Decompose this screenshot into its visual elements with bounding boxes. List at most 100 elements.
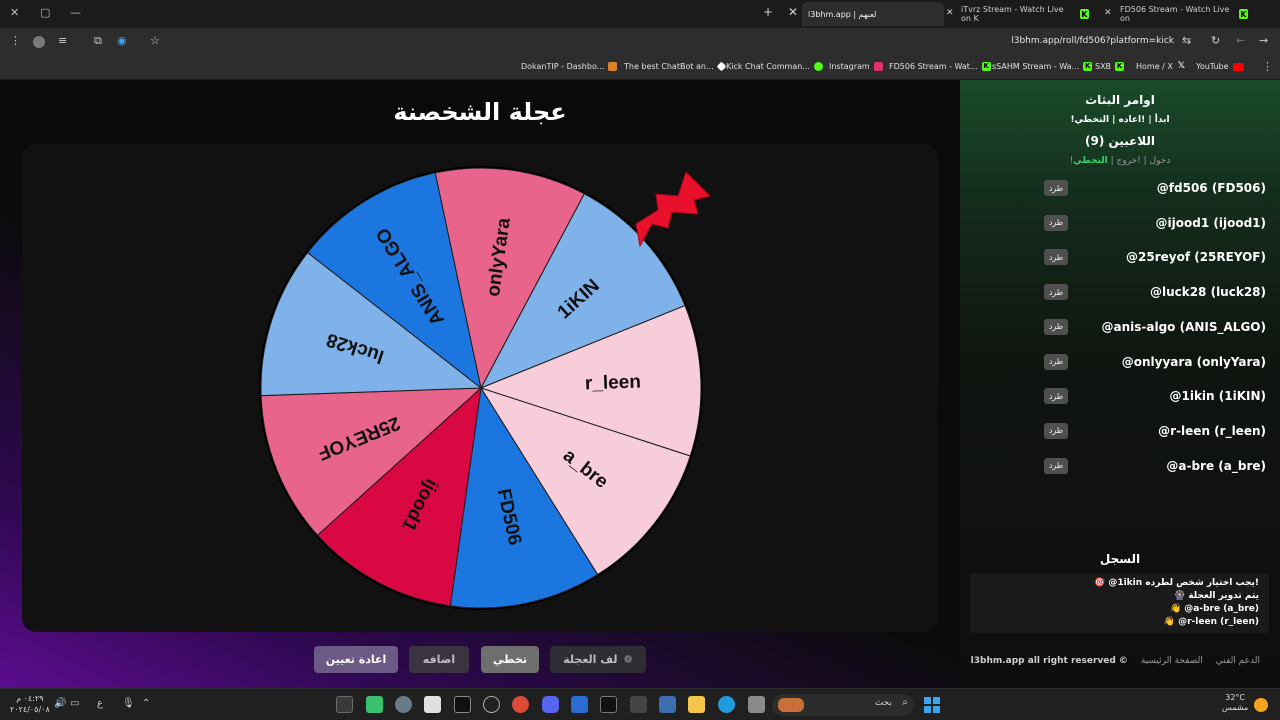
file-explorer-icon[interactable]: [688, 696, 705, 713]
log-entry: 🎯 @1ikin يجب اختيار شخص لطرده!: [1094, 578, 1259, 588]
player-row: طرد @ijood1 (ijood1): [960, 213, 1280, 235]
kick-player-button[interactable]: طرد: [1044, 353, 1068, 370]
bookmark-dokantip[interactable]: DokanTIP - Dashbo...: [521, 62, 618, 71]
edge-app-icon[interactable]: [718, 696, 735, 713]
bookmark-sxb[interactable]: SXB K: [1095, 62, 1125, 71]
kick-player-button[interactable]: طرد: [1044, 249, 1068, 266]
log-entry: 👋 @r-leen (r_leen): [1163, 617, 1259, 627]
player-row: طرد @anis-algo (ANIS_ALGO): [960, 317, 1280, 339]
bookmark-instagram[interactable]: Instagram: [829, 62, 883, 71]
kick-icon: K: [1083, 62, 1093, 71]
skip-button[interactable]: تخطي: [481, 646, 539, 673]
log-title: السجل: [1099, 552, 1141, 566]
kick-player-button[interactable]: طرد: [1044, 180, 1068, 196]
menu-dots-icon[interactable]: ⋮: [10, 34, 21, 47]
player-name: @fd506 (FD506): [1156, 181, 1266, 195]
home-link[interactable]: الصفحة الرئيسية: [1141, 656, 1203, 666]
app-icon[interactable]: [571, 696, 588, 713]
player-row: طرد @a-bre (a_bre): [960, 456, 1280, 478]
weather-widget[interactable]: 32°C مشمس: [1222, 693, 1248, 713]
player-name: @luck28 (luck28): [1149, 285, 1266, 300]
chrome-app-icon[interactable]: [512, 696, 529, 713]
player-name: @25reyof (25REYOF): [1126, 250, 1266, 265]
close-window-icon[interactable]: ✕: [10, 6, 19, 19]
app-icon[interactable]: [659, 696, 676, 713]
favorite-star-icon[interactable]: ☆: [150, 34, 160, 47]
language-indicator-icon[interactable]: ع: [97, 698, 103, 709]
terminal-app-icon[interactable]: [336, 696, 353, 713]
more-bookmarks-icon[interactable]: ⋮: [1262, 60, 1273, 73]
kick-player-button[interactable]: طرد: [1044, 214, 1068, 231]
back-icon[interactable]: →: [1259, 34, 1268, 47]
close-tab-icon[interactable]: ✕: [1104, 8, 1112, 18]
add-button[interactable]: اضافه: [409, 646, 469, 673]
kick-icon: K: [981, 62, 991, 71]
wheel-icon: ❁: [623, 653, 633, 666]
wheel-pointer-icon: [635, 171, 711, 248]
site-settings-icon[interactable]: ⇆: [1182, 34, 1191, 47]
sidebar: اوامر البثاث !ابدأ | !اعاده | التخطي الل…: [960, 80, 1280, 688]
kick-player-button[interactable]: طرد: [1044, 318, 1068, 335]
whatsapp-app-icon[interactable]: [366, 696, 383, 713]
refresh-icon[interactable]: ↻: [1211, 34, 1220, 47]
kick-player-button[interactable]: طرد: [1044, 284, 1068, 301]
settings-app-icon[interactable]: [395, 696, 412, 713]
kick-icon: K: [1115, 62, 1125, 71]
player-row: طرد @r-leen (r_leen): [960, 421, 1280, 443]
app-icon[interactable]: [630, 696, 647, 713]
bookmark-fd506-stream[interactable]: FD506 Stream - Wat... K: [889, 62, 991, 71]
microphone-icon[interactable]: 🎙: [122, 698, 135, 709]
support-link[interactable]: الدعم الفني: [1216, 656, 1260, 666]
windows-start-icon[interactable]: [924, 697, 941, 714]
collections-icon[interactable]: ≡: [58, 34, 67, 47]
search-icon: ⌕: [902, 697, 908, 708]
close-tab-icon[interactable]: ✕: [788, 5, 798, 19]
chevron-up-icon[interactable]: ⌃: [142, 698, 150, 709]
network-icon[interactable]: ▭: [70, 698, 79, 709]
new-tab-icon[interactable]: +: [763, 5, 773, 19]
reset-button[interactable]: اعادة تعيين: [314, 646, 398, 673]
maximize-window-icon[interactable]: ▢: [40, 6, 50, 19]
url-field[interactable]: l3bhm.app/roll/fd506?platform=kick: [1011, 36, 1174, 46]
profile-avatar[interactable]: [33, 36, 45, 48]
address-bar: ⋮ ≡ ⧉ ◉ ☆ l3bhm.app/roll/fd506?platform=…: [0, 28, 1280, 55]
forward-icon[interactable]: ←: [1236, 34, 1245, 47]
bookmarks-bar: ⋮ DokanTIP - Dashbo... The best ChatBot …: [0, 55, 1280, 80]
search-banner-icon: [778, 698, 804, 712]
bookmark-kick-chat[interactable]: Kick Chat Comman...: [726, 62, 823, 71]
player-row: طرد @25reyof (25REYOF): [960, 247, 1280, 269]
capcut-app-icon[interactable]: [600, 696, 617, 713]
app-icon[interactable]: [748, 696, 765, 713]
discord-app-icon[interactable]: [542, 696, 559, 713]
spin-button[interactable]: لف العجلة ❁: [550, 646, 646, 673]
kick-player-button[interactable]: طرد: [1044, 422, 1068, 439]
tab-fd506-stream[interactable]: FD506 Stream - Watch Live on K: [1114, 2, 1254, 26]
tab-l3bhm[interactable]: l3bhm.app | لعبهم: [802, 2, 944, 26]
calendar-app-icon[interactable]: [424, 696, 441, 713]
tab-itvrz-stream[interactable]: iTvrz Stream - Watch Live on K K: [955, 2, 1095, 26]
close-tab-icon[interactable]: ✕: [946, 8, 954, 18]
kick-icon: K: [1079, 9, 1089, 19]
taskbar-search[interactable]: بحث ⌕: [772, 694, 914, 716]
bookmark-chatbot[interactable]: The best ChatBot an...: [624, 61, 727, 72]
split-screen-icon[interactable]: ⧉: [94, 34, 102, 48]
chatbot-icon: [716, 61, 727, 72]
kick-player-button[interactable]: طرد: [1044, 457, 1068, 474]
kick-player-button[interactable]: طرد: [1044, 388, 1068, 405]
github-app-icon[interactable]: [483, 696, 500, 713]
sun-icon: [1254, 698, 1268, 712]
taskbar-clock[interactable]: ٠٤:٢٩ م ٢٠٢٤/٠٥/٠٨: [10, 693, 50, 715]
bookmark-ssahm-stream[interactable]: sSAHM Stream - Wa... K: [992, 62, 1093, 71]
players-heading: اللاعبين (9): [1084, 134, 1156, 148]
player-commands: !دخول | !خروج | التخطي: [1069, 156, 1171, 166]
read-aloud-icon[interactable]: ◉: [117, 34, 127, 47]
bookmark-youtube[interactable]: YouTube: [1196, 62, 1244, 71]
bookmark-x-home[interactable]: Home / X 𝕏: [1136, 62, 1186, 72]
log-box: 🎯 @1ikin يجب اختيار شخص لطرده! 🎡 يتم تدو…: [970, 573, 1269, 633]
obs-app-icon[interactable]: [454, 696, 471, 713]
instagram-icon: [873, 62, 883, 71]
speaker-icon[interactable]: 🔊: [54, 698, 66, 709]
player-row: طرد @1ikin (1iKIN): [960, 386, 1280, 408]
page-title: عجلة الشخصنة: [393, 98, 567, 126]
minimize-window-icon[interactable]: —: [70, 6, 81, 19]
